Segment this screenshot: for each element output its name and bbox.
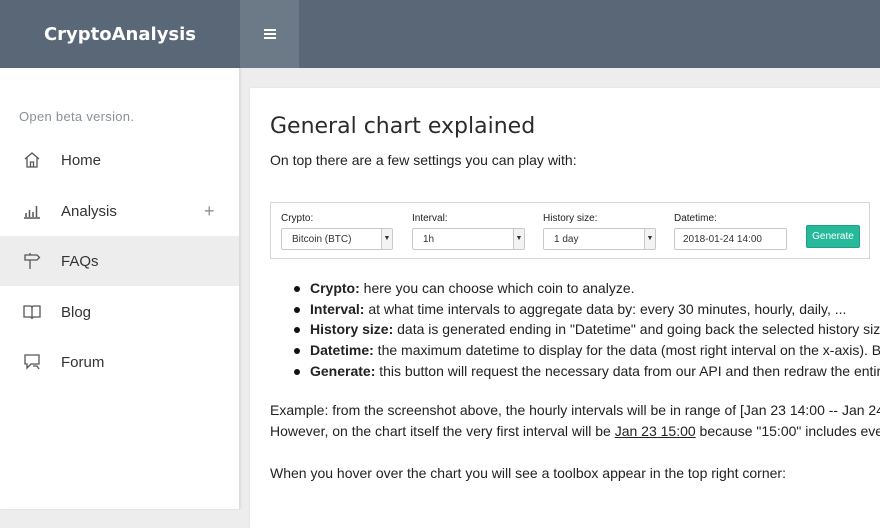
- bullet-icon: [294, 368, 300, 375]
- main-content-panel: General chart explained On top there are…: [250, 88, 880, 528]
- signpost-icon: [24, 253, 41, 269]
- page-title: General chart explained: [270, 114, 536, 139]
- beta-notice: Open beta version.: [19, 109, 135, 124]
- bullet-text: data is generated ending in "Datetime" a…: [393, 321, 880, 338]
- example-line-2: However, on the chart itself the very fi…: [270, 421, 880, 442]
- bullet-term: Interval:: [310, 300, 365, 317]
- settings-example-panel: Crypto: Bitcoin (BTC) ▼ Interval: 1h ▼ H…: [270, 202, 870, 259]
- history-field: History size:: [543, 213, 597, 224]
- bullet-text: the maximum datetime to display for the …: [373, 342, 880, 359]
- home-icon: [24, 152, 40, 168]
- sidebar-item-home[interactable]: Home: [0, 135, 239, 185]
- sidebar-item-faqs[interactable]: FAQs: [0, 236, 239, 286]
- menu-toggle-button[interactable]: [240, 0, 299, 68]
- sidebar-item-blog[interactable]: Blog: [0, 287, 239, 337]
- history-select-value: 1 day: [554, 234, 579, 245]
- sidebar-item-label: Analysis: [61, 202, 117, 220]
- example-line-2-pre: However, on the chart itself the very fi…: [270, 422, 615, 439]
- list-item: Datetime: the maximum datetime to displa…: [294, 340, 880, 361]
- generate-button[interactable]: Generate: [806, 225, 860, 248]
- history-select[interactable]: 1 day ▼: [543, 228, 656, 250]
- chevron-down-icon: ▼: [513, 229, 524, 249]
- list-item: Generate: this button will request the n…: [294, 361, 880, 382]
- crypto-select-value: Bitcoin (BTC): [292, 234, 352, 245]
- sidebar-item-label: Blog: [61, 303, 92, 321]
- book-icon: [23, 305, 41, 320]
- bullet-text: this button will request the necessary d…: [375, 362, 880, 379]
- intro-text: On top there are a few settings you can …: [270, 152, 577, 168]
- example-paragraph: Example: from the screenshot above, the …: [270, 400, 880, 441]
- bullet-term: Generate:: [310, 362, 376, 379]
- bullet-term: Crypto:: [310, 280, 360, 296]
- interval-select[interactable]: 1h ▼: [412, 228, 525, 250]
- sidebar-item-forum[interactable]: Forum: [0, 337, 239, 387]
- list-item: History size: data is generated ending i…: [294, 319, 880, 340]
- interval-label: Interval:: [412, 213, 448, 224]
- sidebar-item-analysis[interactable]: Analysis +: [0, 186, 239, 236]
- example-line-2-post: because "15:00" includes eve: [695, 422, 880, 439]
- datetime-field: Datetime:: [674, 213, 717, 224]
- chevron-down-icon: ▼: [644, 229, 655, 249]
- bullet-term: Datetime:: [310, 342, 374, 359]
- example-date-highlight: Jan 23 15:00: [614, 422, 696, 439]
- hamburger-icon: [263, 27, 276, 41]
- interval-select-value: 1h: [423, 234, 435, 245]
- crypto-select[interactable]: Bitcoin (BTC) ▼: [281, 228, 393, 250]
- history-label: History size:: [543, 213, 598, 224]
- expand-plus-icon[interactable]: +: [204, 201, 215, 222]
- interval-field: Interval:: [412, 213, 448, 224]
- chevron-down-icon: ▼: [381, 229, 392, 249]
- datetime-input-value: 2018-01-24 14:00: [683, 234, 762, 245]
- bullet-icon: [294, 306, 300, 313]
- bar-chart-icon: [24, 206, 40, 219]
- datetime-label: Datetime:: [674, 213, 717, 224]
- hover-paragraph: When you hover over the chart you will s…: [270, 465, 786, 481]
- bullet-text: at what time intervals to aggregate data…: [364, 300, 847, 317]
- datetime-input[interactable]: 2018-01-24 14:00: [674, 228, 787, 250]
- bullet-icon: [294, 348, 300, 355]
- sidebar-item-label: Home: [61, 151, 102, 169]
- example-line-1: Example: from the screenshot above, the …: [270, 402, 880, 418]
- bullet-icon: [294, 286, 300, 292]
- bullet-term: History size:: [310, 321, 394, 338]
- list-item: Interval: at what time intervals to aggr…: [294, 299, 880, 320]
- bullet-icon: [294, 327, 300, 334]
- sidebar-item-label: FAQs: [61, 252, 99, 270]
- sidebar-item-label: Forum: [61, 353, 105, 371]
- list-item: Crypto: here you can choose which coin t…: [294, 278, 880, 299]
- bullet-text: here you can choose which coin to analyz…: [359, 280, 635, 296]
- crypto-label: Crypto:: [281, 213, 314, 224]
- brand-logo[interactable]: CryptoAnalysis: [0, 0, 240, 68]
- crypto-field: Crypto:: [281, 213, 313, 224]
- settings-bullet-list: Crypto: here you can choose which coin t…: [294, 278, 880, 381]
- chat-icon: [24, 354, 40, 370]
- sidebar: Open beta version. Home Analysis + FAQs …: [0, 68, 240, 509]
- top-navbar: CryptoAnalysis: [0, 0, 880, 68]
